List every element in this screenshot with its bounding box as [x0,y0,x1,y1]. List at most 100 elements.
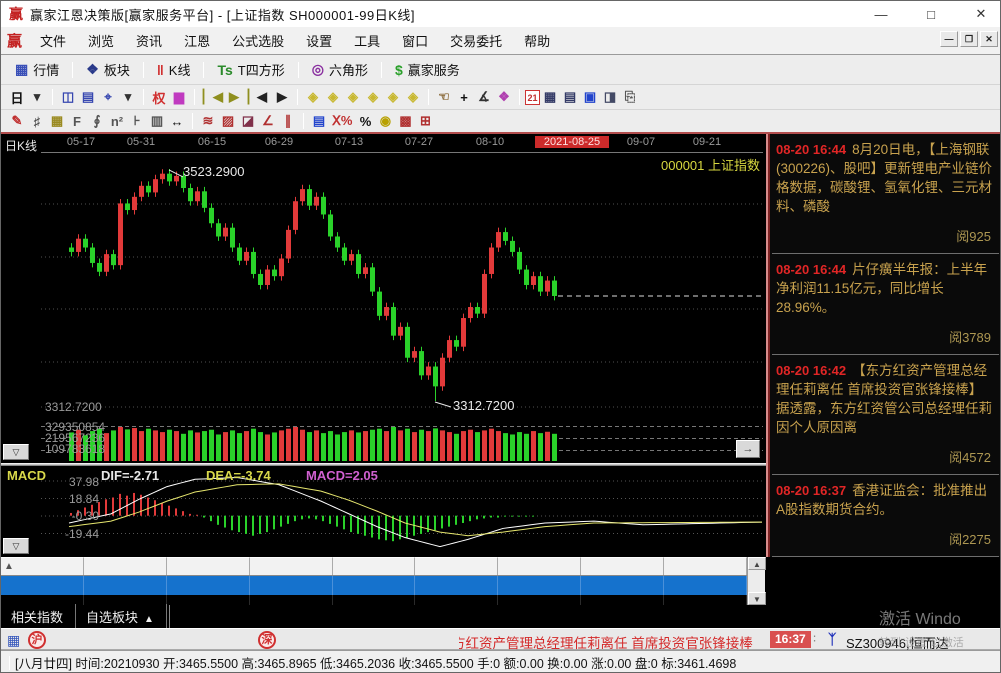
date-tick-09-21[interactable]: 09-21 [672,136,742,148]
page-prev-icon[interactable]: ◀ [252,88,272,106]
page-next-icon[interactable]: ▶ [272,88,292,106]
color-volume-icon[interactable]: ▆ [169,88,189,106]
news-item-3[interactable]: 08-20 16:37香港证监会：批准推出A股指数期货合约。阅2275 [770,475,1001,556]
angle-tool-icon[interactable]: ∡ [474,88,494,106]
kline-measure-tool-icon[interactable]: ⊦ [127,112,147,130]
shanghai-market-icon[interactable]: 沪 [28,631,46,649]
menu-item-9[interactable]: 帮助 [513,27,561,54]
jump-first-icon[interactable]: ▏◀ [200,88,226,106]
t-square-button[interactable]: TsT四方形 [209,58,292,81]
info-list-icon[interactable]: ▤ [78,88,98,106]
menu-item-6[interactable]: 工具 [343,27,391,54]
candlestick-chart[interactable] [1,134,766,557]
sectors-button[interactable]: ❖板块 [78,58,138,81]
fan-box-tool-icon[interactable]: ▨ [218,112,238,130]
gann-arrow-in-icon[interactable]: ◈ [363,88,383,106]
menu-item-5[interactable]: 设置 [295,27,343,54]
gann-arrow-right-icon[interactable]: ◈ [323,88,343,106]
winner-service-button[interactable]: $赢家服务 [387,58,468,81]
calendar-tool-icon[interactable]: 21 [525,90,540,105]
gann-arrow-all-icon[interactable]: ◈ [403,88,423,106]
red-plus-tool-icon[interactable]: ⊞ [415,112,435,130]
menu-item-4[interactable]: 公式选股 [221,27,295,54]
scroll-right-button[interactable]: → [736,440,760,458]
retrace-percent-tool-icon[interactable]: Ⅹ% [329,112,355,130]
menu-item-8[interactable]: 交易委托 [439,27,513,54]
gann-grid-tool-icon[interactable]: ♯ [27,113,47,130]
gann-fan-tool-icon[interactable]: ≋ [198,112,218,130]
menu-item-3[interactable]: 江恩 [173,27,221,54]
flower-tool-icon[interactable]: ❖ [494,88,514,106]
hexagon-button[interactable]: ◎六角形 [304,58,376,81]
count-bars-tool-icon[interactable]: ▥ [147,112,167,130]
news-read-count: 阅3789 [776,317,995,352]
menu-item-1[interactable]: 浏览 [77,27,125,54]
scroll-down-icon[interactable]: ▼ [748,592,766,605]
news-item-2[interactable]: 08-20 16:42【东方红资产管理总经理任莉离任 首席投资官张锋接棒】据透露… [770,355,1001,474]
maximize-icon[interactable]: □ [920,7,942,22]
date-tick-07-13[interactable]: 07-13 [314,136,384,148]
table-row-selected[interactable] [1,576,747,595]
minimize-icon[interactable]: — [870,7,892,22]
hand-tool-icon[interactable]: ☜ [434,88,454,106]
date-tick-05-31[interactable]: 05-31 [106,136,176,148]
gann-arrow-h-icon[interactable]: ◈ [343,88,363,106]
shenzhen-market-icon[interactable]: 深 [258,631,276,649]
print-tool-icon[interactable]: ⎘ [620,88,640,106]
menu-item-2[interactable]: 资讯 [125,27,173,54]
tab-自选板块[interactable]: 自选板块▲ [76,604,167,630]
date-tick-08-10[interactable]: 08-10 [455,136,525,148]
calculator-tool-icon[interactable]: ▦ [540,88,560,106]
red-grid-tool-icon[interactable]: ▩ [395,112,415,130]
save-tool-icon[interactable]: ▣ [580,88,600,106]
menu-item-7[interactable]: 窗口 [391,27,439,54]
mdi-close-icon[interactable]: ✕ [980,31,998,47]
restore-rights-icon[interactable]: 权 [149,87,169,108]
close-icon[interactable]: ✕ [970,6,992,22]
date-tick-06-15[interactable]: 06-15 [177,136,247,148]
stats-panel-tool-icon[interactable]: ▤ [309,112,329,130]
mdi-minimize-icon[interactable]: — [940,31,958,47]
period-day-icon[interactable]: 日 [7,87,27,108]
news-item-0[interactable]: 08-20 16:448月20日电，【上海钢联(300226)、股吧】更新锂电产… [770,134,1001,253]
percent-tool-icon[interactable]: % [355,113,375,130]
toolbar-separator [72,62,73,78]
pin-tool-icon[interactable]: ⌖ [98,88,118,106]
tab-相关指数[interactable]: 相关指数 [1,604,76,630]
mdi-restore-icon[interactable]: ❐ [960,31,978,47]
notes-tool-icon[interactable]: ▤ [560,88,580,106]
parallel-lines-tool-icon[interactable]: ∥ [278,112,298,130]
gann-arrow-out-icon[interactable]: ◈ [383,88,403,106]
menu-item-0[interactable]: 文件 [29,27,77,54]
macd-collapse-button[interactable]: ▽ [3,538,29,554]
pane-splitter[interactable] [1,463,766,466]
crosshair-tool-icon[interactable]: + [454,89,474,106]
date-tick-2021-08-25[interactable]: 2021-08-25 [535,136,609,148]
table-scrollbar[interactable]: ▲ ▼ [747,557,765,605]
square-nine-tool-icon[interactable]: n² [107,113,127,130]
width-measure-tool-icon[interactable]: ↔ [167,113,187,130]
date-tick-07-27[interactable]: 07-27 [384,136,454,148]
pin-caret-icon[interactable]: ▾ [118,88,138,106]
kline-chart-panel[interactable]: 日K线 000001 上证指数 3523.2900 3312.7200 3312… [1,134,766,557]
volume-collapse-button[interactable]: ▽ [3,444,29,460]
market-quotes-button[interactable]: ▦行情 [7,58,67,81]
gann-arrow-left-icon[interactable]: ◈ [303,88,323,106]
spiral-tool-icon[interactable]: ∮ [87,112,107,130]
fan-shade-tool-icon[interactable]: ◪ [238,112,258,130]
news-item-1[interactable]: 08-20 16:44片仔癀半年报：上半年净利润11.15亿元，同比增长28.9… [770,254,1001,354]
market-grid-icon[interactable]: ▦ [7,632,20,649]
date-tick-06-29[interactable]: 06-29 [244,136,314,148]
date-tick-09-07[interactable]: 09-07 [606,136,676,148]
export-tool-icon[interactable]: ◨ [600,88,620,106]
period-caret-icon[interactable]: ▾ [27,88,47,106]
window-style-icon[interactable]: ◫ [58,88,78,106]
kline-button[interactable]: ‖K线 [149,58,199,81]
golden-section-tool-icon[interactable]: ◉ [375,112,395,130]
pencil-tool-icon[interactable]: ✎ [7,112,27,130]
gann-wheel-tool-icon[interactable]: ▦ [47,112,67,130]
jump-last-icon[interactable]: ▶▕ [226,88,252,106]
scroll-up-icon[interactable]: ▲ [748,557,766,570]
trend-angle-tool-icon[interactable]: ∠ [258,112,278,130]
fib-tool-icon[interactable]: F [67,113,87,130]
